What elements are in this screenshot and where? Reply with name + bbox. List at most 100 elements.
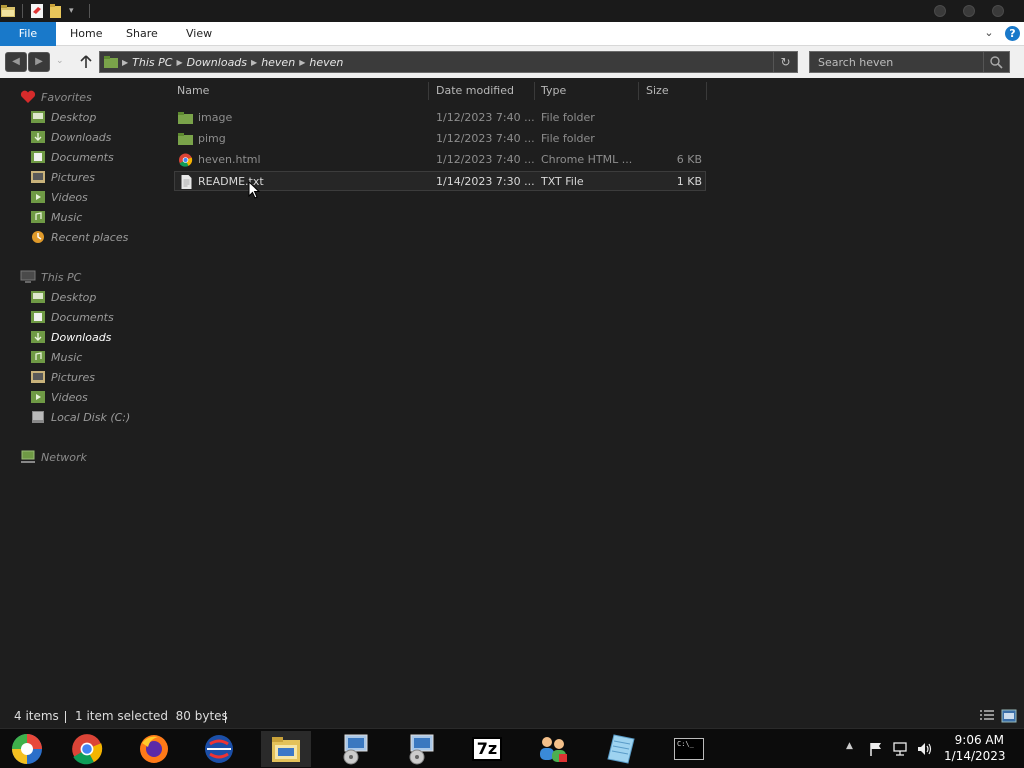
- firefox-icon: [140, 735, 168, 763]
- taskbar-installer-2[interactable]: [396, 731, 446, 767]
- breadcrumb-heven-current[interactable]: heven: [309, 56, 343, 69]
- column-divider[interactable]: [534, 82, 535, 100]
- sidebar-item-pc-documents[interactable]: Documents: [30, 307, 170, 327]
- qa-divider: [89, 3, 90, 18]
- sidebar-item-pc-downloads[interactable]: Downloads: [30, 327, 170, 347]
- recent-locations-icon[interactable]: ⌄: [56, 56, 70, 68]
- sidebar-favorites[interactable]: Favorites: [20, 87, 160, 107]
- refresh-icon[interactable]: ↻: [773, 52, 797, 72]
- large-icons-view-icon[interactable]: [1001, 709, 1017, 723]
- taskbar-opera[interactable]: [194, 731, 244, 767]
- file-name: README.txt: [198, 175, 264, 188]
- explorer-icon[interactable]: [0, 3, 16, 19]
- sidebar-network[interactable]: Network: [20, 447, 160, 467]
- system-clock[interactable]: 9:06 AM 1/14/2023: [944, 732, 1006, 764]
- taskbar-network-users[interactable]: [528, 731, 578, 767]
- column-header-type[interactable]: Type: [541, 82, 566, 100]
- folder-icon: [178, 133, 193, 145]
- music-icon: [31, 211, 45, 223]
- sidebar-item-pc-music[interactable]: Music: [30, 347, 170, 367]
- sidebar-this-pc[interactable]: This PC: [20, 267, 160, 287]
- column-header-date-modified[interactable]: Date modified: [436, 82, 514, 100]
- details-view-icon[interactable]: [979, 709, 995, 723]
- address-bar[interactable]: ▶ This PC ▶ Downloads ▶ heven ▶ heven ↻: [99, 51, 798, 73]
- breadcrumb-this-pc[interactable]: This PC: [132, 56, 172, 69]
- column-header-size[interactable]: Size: [646, 82, 669, 100]
- tab-view[interactable]: View: [174, 22, 224, 46]
- new-folder-icon[interactable]: [49, 3, 65, 19]
- status-bar: 4 items 1 item selected 80 bytes: [0, 706, 1024, 728]
- volume-icon[interactable]: [916, 741, 934, 768]
- file-row-heven-html[interactable]: heven.html 1/12/2023 7:40 ... Chrome HTM…: [174, 150, 706, 170]
- action-center-flag-icon[interactable]: [868, 741, 884, 768]
- status-separator: [225, 711, 226, 723]
- tab-file[interactable]: File: [0, 22, 56, 46]
- sidebar-group-label: Favorites: [41, 90, 92, 104]
- sidebar-item-pc-desktop[interactable]: Desktop: [30, 287, 170, 307]
- sidebar-item-favorites-music[interactable]: Music: [30, 207, 170, 227]
- show-hidden-icons-icon[interactable]: ▲: [846, 741, 858, 755]
- sidebar-item-favorites-pictures[interactable]: Pictures: [30, 167, 170, 187]
- tab-share[interactable]: Share: [114, 22, 170, 46]
- column-divider[interactable]: [428, 82, 429, 100]
- tab-home[interactable]: Home: [58, 22, 114, 46]
- navigation-bar: ◀ ▶ ⌄ ▶ This PC ▶ Downloads ▶ heven ▶ he…: [0, 46, 1024, 78]
- back-button[interactable]: ◀: [5, 52, 27, 72]
- breadcrumb-separator: ▶: [251, 57, 258, 67]
- sidebar-item-favorites-videos[interactable]: Videos: [30, 187, 170, 207]
- file-name: image: [198, 111, 233, 124]
- computer-icon: [20, 270, 36, 283]
- clock-date: 1/14/2023: [944, 749, 1006, 763]
- column-header-name[interactable]: Name: [177, 82, 209, 100]
- network-icon: [21, 450, 35, 463]
- customize-qa-icon[interactable]: ▾: [69, 3, 79, 19]
- breadcrumb-heven[interactable]: heven: [261, 56, 295, 69]
- search-box[interactable]: [809, 51, 1010, 73]
- file-row-image[interactable]: image 1/12/2023 7:40 ... File folder: [174, 108, 706, 128]
- breadcrumb-downloads[interactable]: Downloads: [187, 56, 247, 69]
- file-row-pimg[interactable]: pimg 1/12/2023 7:40 ... File folder: [174, 129, 706, 149]
- chevron-down-icon[interactable]: ⌄: [982, 26, 996, 40]
- column-divider[interactable]: [706, 82, 707, 100]
- taskbar-file-explorer[interactable]: [261, 731, 311, 767]
- taskbar-7zip[interactable]: 7z: [462, 731, 512, 767]
- taskbar-chrome[interactable]: [62, 731, 112, 767]
- sidebar-item-favorites-downloads[interactable]: Downloads: [30, 127, 170, 147]
- qa-divider: [22, 3, 23, 18]
- pictures-icon: [31, 171, 45, 183]
- sidebar-item-pc-local-disk[interactable]: Local Disk (C:): [30, 407, 170, 427]
- file-name: pimg: [198, 132, 226, 145]
- sidebar-item-pc-videos[interactable]: Videos: [30, 387, 170, 407]
- sidebar-item-favorites-desktop[interactable]: Desktop: [30, 107, 170, 127]
- taskbar: 7z C:\_ ▲ 9:06 AM 1/14/2023: [0, 728, 1024, 768]
- column-divider[interactable]: [638, 82, 639, 100]
- sidebar-item-favorites-documents[interactable]: Documents: [30, 147, 170, 167]
- network-users-icon: [540, 737, 567, 762]
- 7zip-icon: 7z: [472, 737, 502, 761]
- sidebar-item-pc-pictures[interactable]: Pictures: [30, 367, 170, 387]
- close-button[interactable]: [992, 5, 1004, 17]
- documents-icon: [31, 311, 45, 323]
- file-date: 1/12/2023 7:40 ...: [436, 132, 534, 145]
- breadcrumb-separator: ▶: [299, 57, 306, 67]
- network-status-icon[interactable]: [892, 741, 910, 768]
- help-icon[interactable]: ?: [1005, 26, 1020, 41]
- taskbar-firefox[interactable]: [129, 731, 179, 767]
- recent-places-icon: [32, 231, 44, 243]
- maximize-button[interactable]: [963, 5, 975, 17]
- taskbar-installer-1[interactable]: [330, 731, 380, 767]
- sidebar-item-favorites-recent-places[interactable]: Recent places: [30, 227, 170, 247]
- properties-icon[interactable]: [29, 3, 45, 19]
- forward-button[interactable]: ▶: [28, 52, 50, 72]
- start-button[interactable]: [2, 731, 52, 767]
- taskbar-command-prompt[interactable]: C:\_: [664, 731, 714, 767]
- search-icon[interactable]: [983, 52, 1009, 72]
- up-button[interactable]: [78, 52, 94, 72]
- minimize-button[interactable]: [934, 5, 946, 17]
- sidebar-item-label: Desktop: [51, 290, 97, 304]
- taskbar-notepad[interactable]: [597, 731, 647, 767]
- command-prompt-icon: C:\_: [674, 738, 704, 760]
- sidebar-group-label: This PC: [41, 270, 82, 284]
- search-input[interactable]: [810, 52, 984, 72]
- start-icon: [12, 734, 42, 764]
